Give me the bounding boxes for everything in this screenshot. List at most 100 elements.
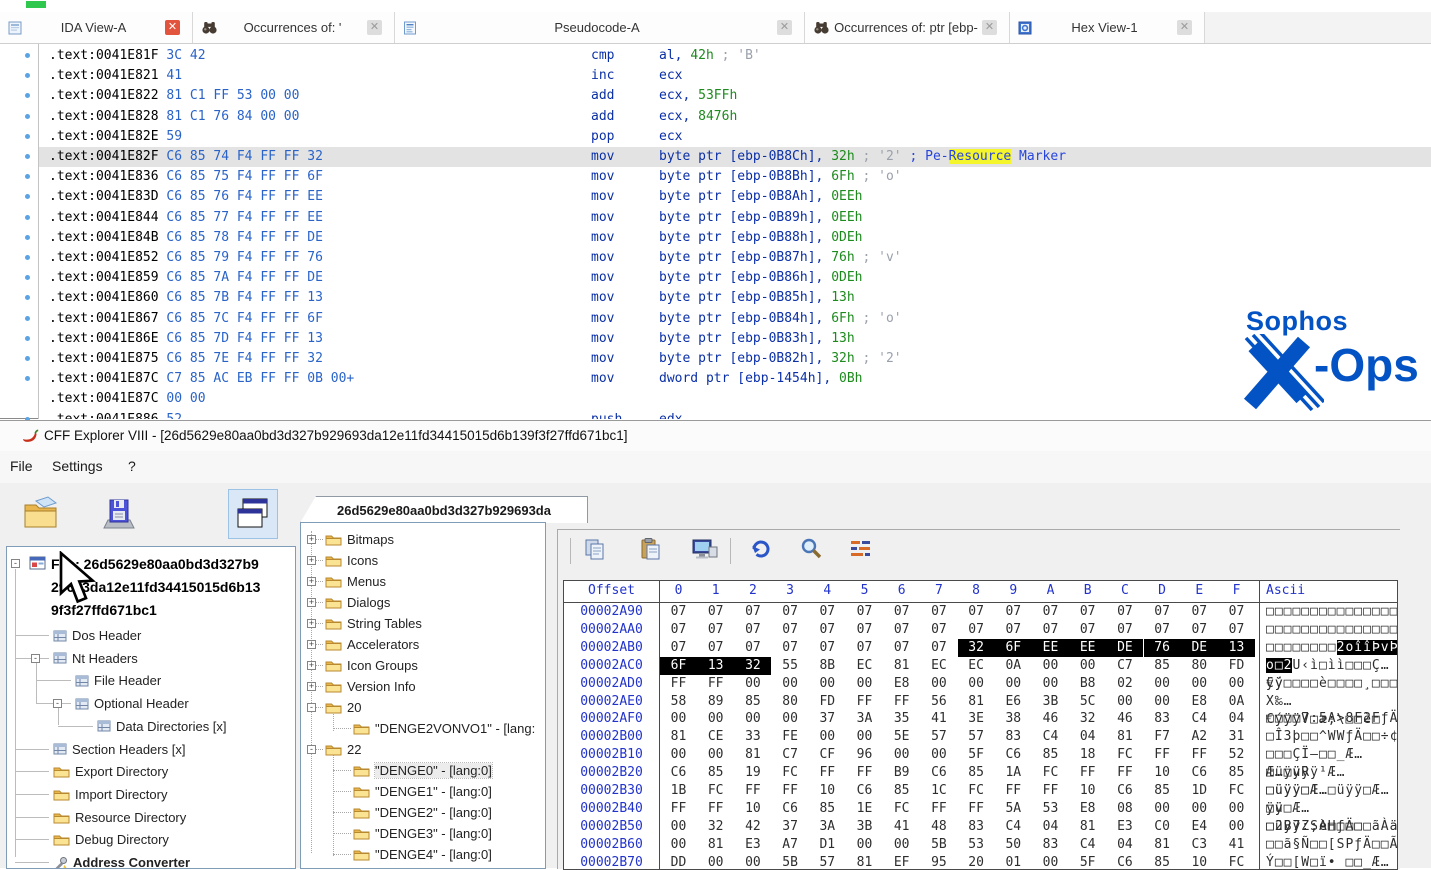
resource-item-denge0-lang-0[interactable]: "DENGE0" - [lang:0] — [353, 762, 492, 779]
tree-item-import-directory[interactable]: Import Directory — [53, 786, 167, 803]
tree-expander[interactable]: + — [307, 682, 316, 691]
paste-button[interactable] — [636, 534, 666, 564]
tab-close-icon[interactable]: ✕ — [777, 20, 792, 35]
tree-item-file-header[interactable]: File Header — [75, 672, 161, 689]
tab-ida-view-a[interactable]: IDA View-A✕ — [0, 12, 193, 43]
search-button[interactable] — [796, 534, 826, 564]
tree-item-section-headers-x[interactable]: Section Headers [x] — [53, 741, 185, 758]
export-button[interactable] — [688, 534, 722, 564]
resource-item-menus[interactable]: Menus — [325, 573, 386, 590]
resource-item-string-tables[interactable]: String Tables — [325, 615, 422, 632]
folder-icon — [53, 811, 70, 824]
resource-item-version-info[interactable]: Version Info — [325, 678, 416, 695]
tree-item-data-directories-x[interactable]: Data Directories [x] — [97, 718, 227, 735]
resource-item-denge2vonvo1-lang[interactable]: "DENGE2VONVO1" - [lang: — [353, 720, 535, 737]
tree-expander[interactable]: - — [11, 559, 20, 568]
save-file-button[interactable] — [98, 493, 140, 535]
tree-item-address-converter[interactable]: Address Converter — [53, 854, 190, 869]
disassembly-row[interactable]: .text:0041E822 81 C1 FF 53 00 00addecx, … — [39, 86, 1431, 106]
ida-disassembly-listing[interactable]: .text:0041E81F 3C 42cmpal, 42h ; 'B'.tex… — [38, 44, 1431, 419]
disassembly-row[interactable]: .text:0041E828 81 C1 76 84 00 00addecx, … — [39, 107, 1431, 127]
refresh-button[interactable] — [746, 534, 776, 564]
disassembly-row[interactable]: .text:0041E81F 3C 42cmpal, 42h ; 'B' — [39, 46, 1431, 66]
resource-item-label: String Tables — [347, 616, 422, 631]
folder-icon — [353, 806, 370, 819]
tab-close-icon[interactable]: ✕ — [367, 20, 382, 35]
resource-tree[interactable]: + Bitmaps + Icons + Menus + Dialogs + String Tabl… — [300, 522, 546, 869]
folder-icon — [325, 575, 342, 588]
resource-item-bitmaps[interactable]: Bitmaps — [325, 531, 394, 548]
resource-item-denge3-lang-0[interactable]: "DENGE3" - [lang:0] — [353, 825, 492, 842]
disassembly-row[interactable]: .text:0041E87C 00 00 — [39, 389, 1431, 409]
open-file-button[interactable] — [20, 491, 66, 535]
tree-expander[interactable]: + — [307, 619, 316, 628]
hex-byte: 07 — [660, 639, 697, 657]
resource-item-denge4-lang-0[interactable]: "DENGE4" - [lang:0] — [353, 846, 492, 863]
disassembly-row[interactable]: .text:0041E886 52pushedx — [39, 410, 1431, 419]
tree-expander[interactable]: + — [307, 640, 316, 649]
disassembly-row[interactable]: .text:0041E860 C6 85 7B F4 FF FF 13movby… — [39, 288, 1431, 308]
tree-expander[interactable]: + — [307, 598, 316, 607]
tree-expander[interactable]: + — [307, 661, 316, 670]
disassembly-row[interactable]: .text:0041E875 C6 85 7E F4 FF FF 32movby… — [39, 349, 1431, 369]
resource-item-20[interactable]: 20 — [325, 699, 361, 716]
tab-close-icon[interactable]: ✕ — [165, 20, 180, 35]
tree-item-resource-directory[interactable]: Resource Directory — [53, 809, 186, 826]
disassembly-row[interactable]: .text:0041E82F C6 85 74 F4 FF FF 32movby… — [39, 147, 1431, 167]
resource-item-label: "DENGE2" - [lang:0] — [375, 805, 492, 820]
document-tab[interactable]: 26d5629e80aa0bd3d327b929693da — [300, 496, 588, 523]
disassembly-row[interactable]: .text:0041E852 C6 85 79 F4 FF FF 76movby… — [39, 248, 1431, 268]
disassembly-row[interactable]: .text:0041E86E C6 85 7D F4 FF FF 13movby… — [39, 329, 1431, 349]
resource-item-denge2-lang-0[interactable]: "DENGE2" - [lang:0] — [353, 804, 492, 821]
resource-item-denge1-lang-0[interactable]: "DENGE1" - [lang:0] — [353, 783, 492, 800]
tab-occurrences-of-ptr-ebp[interactable]: Occurrences of: ptr [ebp-✕ — [805, 12, 1010, 43]
resource-item-icons[interactable]: Icons — [325, 552, 378, 569]
tree-item-export-directory[interactable]: Export Directory — [53, 763, 168, 780]
tree-expander[interactable]: - — [53, 699, 62, 708]
folder-icon — [325, 554, 342, 567]
tab-occurrences-of[interactable]: Occurrences of: '✕ — [193, 12, 395, 43]
tree-expander[interactable]: - — [307, 745, 316, 754]
disassembly-row[interactable]: .text:0041E859 C6 85 7A F4 FF FF DEmovby… — [39, 268, 1431, 288]
disassembly-row[interactable]: .text:0041E84B C6 85 78 F4 FF FF DEmovby… — [39, 228, 1431, 248]
disassembly-row[interactable]: .text:0041E87C C7 85 AC EB FF FF 0B 00+m… — [39, 369, 1431, 389]
disassembly-row[interactable]: .text:0041E82E 59popecx — [39, 127, 1431, 147]
disassembly-row[interactable]: .text:0041E821 41incecx — [39, 66, 1431, 86]
tab-hex-view-1[interactable]: Hex View-1✕ — [1010, 12, 1205, 43]
tree-expander[interactable]: + — [307, 535, 316, 544]
tree-expander[interactable]: + — [307, 556, 316, 565]
menu-file[interactable]: File — [10, 458, 33, 474]
disassembly-row[interactable]: .text:0041E83D C6 85 76 F4 FF FF EEmovby… — [39, 187, 1431, 207]
tab-close-icon[interactable]: ✕ — [1177, 20, 1192, 35]
copy-button[interactable] — [580, 534, 610, 564]
windows-cascade-button[interactable] — [228, 489, 278, 539]
menu-settings[interactable]: Settings — [52, 458, 103, 474]
tree-item-nt-headers[interactable]: Nt Headers — [53, 650, 138, 667]
menu-[interactable]: ? — [128, 458, 136, 474]
hex-row: 00002B600081E3A7D100005B535083C40481C341… — [564, 836, 1397, 854]
hex-byte: 00 — [846, 836, 883, 854]
disassembly-row[interactable]: .text:0041E836 C6 85 75 F4 FF FF 6Fmovby… — [39, 167, 1431, 187]
disassembly-row[interactable]: .text:0041E844 C6 85 77 F4 FF FF EEmovby… — [39, 208, 1431, 228]
fields-button[interactable] — [846, 534, 876, 564]
tree-item-optional-header[interactable]: Optional Header — [75, 695, 189, 712]
resource-item-22[interactable]: 22 — [325, 741, 361, 758]
address-and-bytes: .text:0041E836 C6 85 75 F4 FF FF 6F — [49, 167, 323, 187]
hex-dump-table[interactable]: Offset0123456789ABCDEFAscii00002A9007070… — [563, 580, 1398, 870]
disassembly-row[interactable]: .text:0041E867 C6 85 7C F4 FF FF 6Fmovby… — [39, 309, 1431, 329]
tree-item-debug-directory[interactable]: Debug Directory — [53, 831, 169, 848]
tree-expander[interactable]: - — [307, 703, 316, 712]
tree-item-dos-header[interactable]: Dos Header — [53, 627, 141, 644]
tree-expander[interactable]: - — [31, 654, 40, 663]
tree-expander[interactable]: + — [307, 577, 316, 586]
pe-structure-tree[interactable]: -File: 26d5629e80aa0bd3d327b929693da12e1… — [6, 546, 296, 869]
tab-close-icon[interactable]: ✕ — [982, 20, 997, 35]
ida-tab-bar: IDA View-A✕Occurrences of: '✕Pseudocode-… — [0, 12, 1431, 44]
header-icon — [75, 698, 89, 710]
hex-byte: 00 — [734, 710, 771, 728]
tab-pseudocode-a[interactable]: Pseudocode-A✕ — [395, 12, 805, 43]
resource-item-dialogs[interactable]: Dialogs — [325, 594, 390, 611]
hex-byte: C7 — [1106, 657, 1143, 675]
resource-item-icon-groups[interactable]: Icon Groups — [325, 657, 418, 674]
resource-item-accelerators[interactable]: Accelerators — [325, 636, 419, 653]
